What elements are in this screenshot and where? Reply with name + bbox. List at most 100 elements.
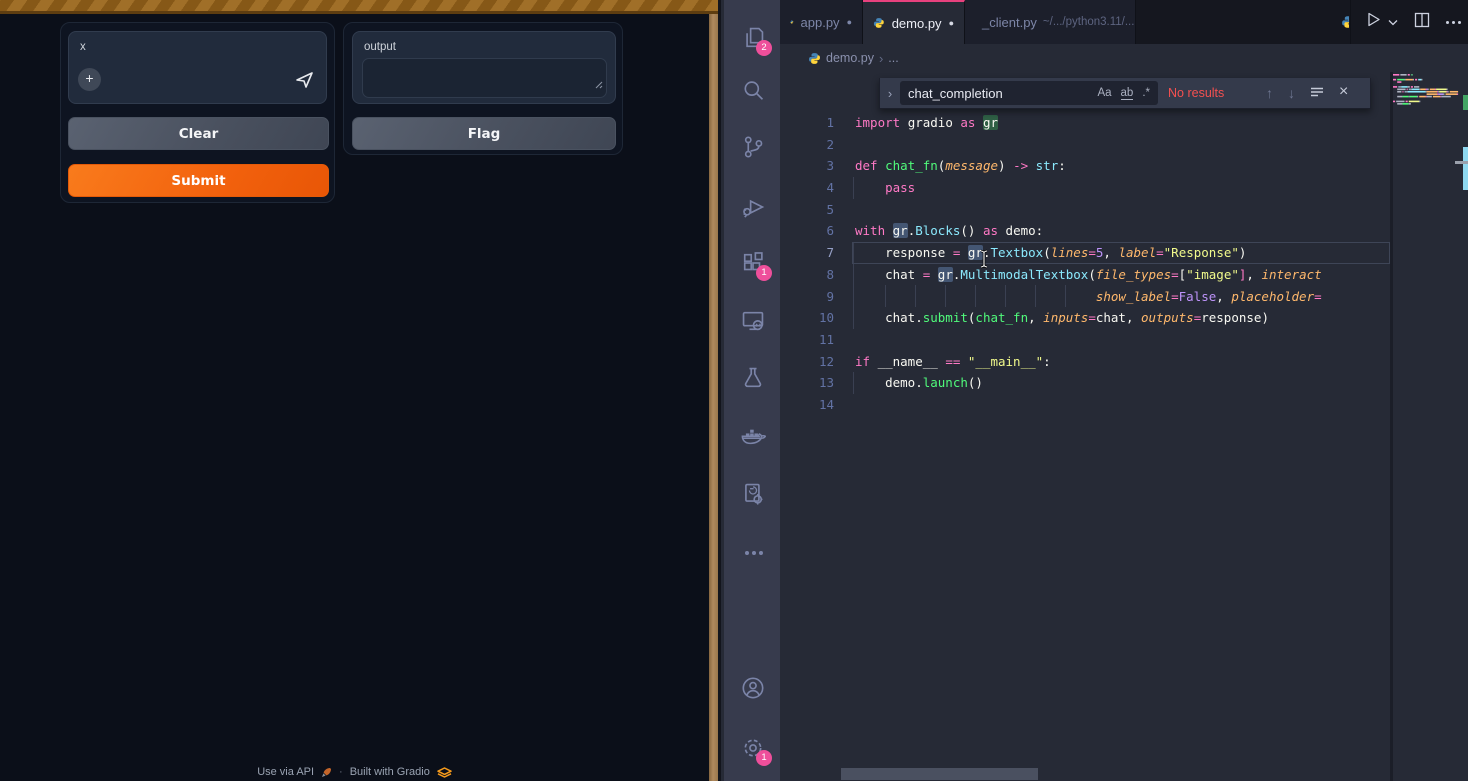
docker-icon[interactable] xyxy=(740,424,766,450)
line-number[interactable]: 14 xyxy=(780,394,834,416)
python-file-icon xyxy=(808,52,821,65)
code-line[interactable]: 2 xyxy=(780,134,1390,156)
whole-word-toggle[interactable]: ab xyxy=(1121,87,1134,100)
find-next-icon[interactable]: ↓ xyxy=(1288,85,1295,101)
use-via-api-link[interactable]: Use via API xyxy=(257,766,314,778)
line-content: def chat_fn(message) -> str: xyxy=(834,158,1066,173)
breadcrumb-symbol[interactable]: ... xyxy=(888,51,898,65)
line-number[interactable]: 13 xyxy=(780,372,834,394)
breadcrumb[interactable]: demo.py › ... xyxy=(780,44,1468,72)
regex-toggle[interactable]: .* xyxy=(1142,87,1150,100)
output-textarea[interactable] xyxy=(362,58,607,98)
line-number[interactable]: 12 xyxy=(780,351,834,373)
line-number[interactable]: 2 xyxy=(780,134,834,156)
testing-icon[interactable] xyxy=(740,365,766,391)
screen: x + Clear Submit output Flag Use vi xyxy=(0,0,1468,781)
line-content xyxy=(834,397,855,412)
account-icon[interactable] xyxy=(740,675,766,701)
modified-dot-icon[interactable]: ● xyxy=(949,18,954,28)
line-number[interactable]: 5 xyxy=(780,199,834,221)
code-line[interactable]: 3def chat_fn(message) -> str: xyxy=(780,155,1390,177)
code-editor[interactable]: › chat_completion Aa ab .* No results ↑ … xyxy=(780,72,1468,781)
remote-explorer-icon[interactable] xyxy=(740,308,766,334)
editor-actions xyxy=(1350,0,1468,44)
explorer-icon[interactable]: 2 xyxy=(740,25,766,51)
extensions-icon[interactable]: 1 xyxy=(740,250,766,276)
find-close-icon[interactable]: × xyxy=(1339,83,1348,101)
code-line[interactable]: 12if __name__ == "__main__": xyxy=(780,351,1390,373)
line-content: chat.submit(chat_fn, inputs=chat, output… xyxy=(834,310,1269,325)
built-with-gradio-link[interactable]: Built with Gradio xyxy=(350,766,430,778)
code-lines[interactable]: 1import gradio as gr23def chat_fn(messag… xyxy=(780,112,1390,416)
line-content: response = gr.Textbox(lines=5, label="Re… xyxy=(834,245,1246,260)
find-input[interactable]: chat_completion Aa ab .* xyxy=(900,81,1158,105)
line-content: show_label=False, placeholder= xyxy=(834,289,1322,304)
line-number[interactable]: 4 xyxy=(780,177,834,199)
tab-client-py[interactable]: _client.py ~/.../python3.11/... xyxy=(965,0,1136,44)
loading-stripe-bar xyxy=(0,0,718,14)
code-line[interactable]: 6with gr.Blocks() as demo: xyxy=(780,220,1390,242)
line-number[interactable]: 7 xyxy=(780,242,834,264)
code-line[interactable]: 14 xyxy=(780,394,1390,416)
minimap[interactable] xyxy=(1393,72,1459,232)
editor-group: app.py ● demo.py ● _client.py ~/.../pyth… xyxy=(780,0,1468,781)
find-widget: › chat_completion Aa ab .* No results ↑ … xyxy=(879,78,1371,109)
output-form-panel: output Flag xyxy=(343,22,623,155)
find-expand-chevron-icon[interactable]: › xyxy=(880,86,900,101)
search-icon[interactable] xyxy=(740,78,766,104)
cmake-tools-icon[interactable] xyxy=(740,481,766,507)
line-number[interactable]: 6 xyxy=(780,220,834,242)
line-content: if __name__ == "__main__": xyxy=(834,354,1051,369)
find-previous-icon[interactable]: ↑ xyxy=(1266,85,1273,101)
add-file-button[interactable]: + xyxy=(78,68,101,91)
line-content xyxy=(834,137,855,152)
tab-label: app.py xyxy=(801,15,840,30)
tab-label: _client.py xyxy=(982,15,1037,30)
explorer-badge: 2 xyxy=(756,40,772,56)
tab-app-py[interactable]: app.py ● xyxy=(780,0,863,44)
code-line[interactable]: 7 response = gr.Textbox(lines=5, label="… xyxy=(780,242,1390,264)
more-views-icon[interactable] xyxy=(740,540,766,566)
code-line[interactable]: 13 demo.launch() xyxy=(780,372,1390,394)
more-actions-icon[interactable] xyxy=(1446,14,1462,30)
run-dropdown-chevron-icon[interactable] xyxy=(1388,13,1398,31)
multimodal-textbox[interactable]: x + xyxy=(68,31,327,104)
python-file-icon xyxy=(790,15,794,29)
tab-demo-py[interactable]: demo.py ● xyxy=(863,0,965,44)
line-number[interactable]: 10 xyxy=(780,307,834,329)
line-number[interactable]: 11 xyxy=(780,329,834,351)
match-case-toggle[interactable]: Aa xyxy=(1097,87,1111,100)
breadcrumb-file[interactable]: demo.py xyxy=(826,51,874,65)
footer-separator: · xyxy=(339,766,343,778)
line-number[interactable]: 9 xyxy=(780,286,834,308)
run-debug-icon[interactable] xyxy=(740,194,766,220)
code-line[interactable]: 11 xyxy=(780,329,1390,351)
code-line[interactable]: 5 xyxy=(780,199,1390,221)
code-line[interactable]: 9 show_label=False, placeholder= xyxy=(780,286,1390,308)
run-python-file-icon[interactable] xyxy=(1365,11,1382,33)
find-in-selection-icon[interactable] xyxy=(1310,85,1324,101)
find-query-text[interactable]: chat_completion xyxy=(900,86,1097,101)
line-number[interactable]: 1 xyxy=(780,112,834,134)
modified-dot-icon[interactable]: ● xyxy=(847,17,852,27)
split-editor-icon[interactable] xyxy=(1414,12,1430,33)
clear-button[interactable]: Clear xyxy=(68,117,329,150)
resize-handle-icon[interactable] xyxy=(594,76,603,94)
line-content: with gr.Blocks() as demo: xyxy=(834,223,1043,238)
line-number[interactable]: 3 xyxy=(780,155,834,177)
clipped-tab-python-icon xyxy=(1341,15,1349,29)
input-form-panel: x + Clear Submit xyxy=(60,22,335,203)
submit-button[interactable]: Submit xyxy=(68,164,329,197)
gradio-footer: Use via API · Built with Gradio xyxy=(0,764,709,780)
flag-button[interactable]: Flag xyxy=(352,117,616,150)
source-control-icon[interactable] xyxy=(740,134,766,160)
send-icon[interactable] xyxy=(293,68,317,92)
horizontal-scrollbar[interactable] xyxy=(841,768,1038,780)
settings-gear-icon[interactable]: 1 xyxy=(740,735,766,761)
code-line[interactable]: 10 chat.submit(chat_fn, inputs=chat, out… xyxy=(780,307,1390,329)
settings-badge: 1 xyxy=(756,750,772,766)
code-line[interactable]: 1import gradio as gr xyxy=(780,112,1390,134)
code-line[interactable]: 4 pass xyxy=(780,177,1390,199)
code-line[interactable]: 8 chat = gr.MultimodalTextbox(file_types… xyxy=(780,264,1390,286)
line-number[interactable]: 8 xyxy=(780,264,834,286)
